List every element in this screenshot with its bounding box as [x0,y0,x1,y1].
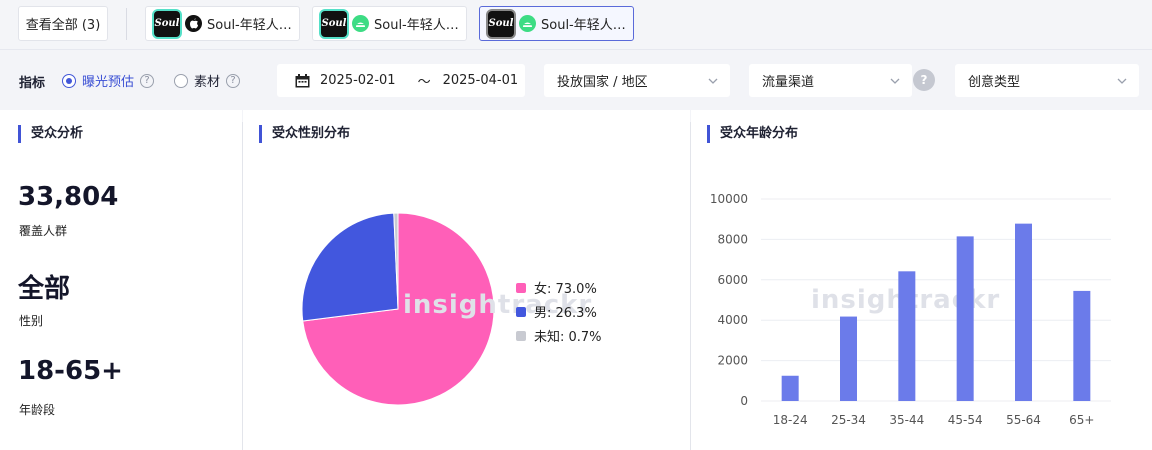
material-radio[interactable]: 素材 ? [174,71,241,90]
gender-distribution-panel: 受众性别分布 insightrackr 女: 73.0% 男: 26.3% 未知… [243,110,690,450]
y-tick-label: 0 [740,394,748,408]
y-tick-label: 8000 [717,232,748,246]
age-range-value: 18-65+ [18,356,123,386]
exposure-radio[interactable]: 曝光预估 ? [62,71,155,90]
bar-18-24[interactable] [781,375,799,401]
soul-app-icon: Soul [154,10,180,37]
date-end: 2025-04-01 [442,73,519,88]
app-tab-label: Soul-年轻人… [374,18,459,33]
chevron-down-icon [1117,78,1127,84]
date-separator: ～ [417,75,431,90]
radio-dot [174,73,188,88]
legend-item-male: 男: 26.3% [516,302,597,321]
pie-slice-male[interactable] [301,212,399,322]
view-all-label: 查看全部 (3) [25,18,101,33]
date-start: 2025-02-01 [320,73,396,88]
x-tick-label: 35-44 [889,413,924,427]
exposure-radio-label: 曝光预估 [82,75,135,90]
chevron-down-icon [890,78,900,84]
app-tab-label: Soul-年轻人… [207,18,292,33]
x-tick-label: 65+ [1069,413,1094,427]
y-tick-label: 6000 [717,273,748,287]
app-tab-android-1[interactable]: Soul Soul-年轻人… [312,6,467,41]
bar-55-64[interactable] [1015,223,1032,401]
help-icon[interactable]: ? [140,73,155,88]
audience-title: 受众分析 [18,125,83,143]
legend-swatch [516,330,526,341]
y-tick-label: 10000 [710,192,748,206]
channel-select-label: 流量渠道 [762,75,815,90]
gender-pie-chart [301,212,495,406]
legend-swatch [516,282,526,293]
x-tick-label: 25-34 [831,413,866,427]
material-radio-label: 素材 [194,75,221,90]
y-tick-label: 4000 [717,313,748,327]
legend-item-female: 女: 73.0% [516,278,597,297]
gender-value: 全部 [18,274,71,304]
soul-app-icon: Soul [321,10,347,37]
bar-45-54[interactable] [956,236,974,401]
age-distribution-panel: 受众年龄分布 insightrackr 02000400060008000100… [691,110,1152,450]
age-bar-chart: 0 2000 4000 6000 8000 10000 18-24 25-34 35-44 45-… [710,192,1111,427]
bar-35-44[interactable] [898,271,916,401]
audience-summary-panel: 受众分析 33,804 覆盖人群 全部 性别 18-65+ 年龄段 [0,110,242,450]
apple-icon [185,15,202,32]
bar-25-34[interactable] [840,316,857,401]
help-icon[interactable]: ? [226,73,241,88]
tab-divider [126,8,127,40]
bar-65+[interactable] [1073,290,1091,401]
metric-label: 指标 [19,76,46,91]
legend-label-female: 女: 73.0% [534,282,597,297]
y-tick-label: 2000 [717,354,748,368]
legend-label-unknown: 未知: 0.7% [534,330,602,345]
date-range-picker[interactable]: 2025-02-01 ～ 2025-04-01 [277,64,525,97]
radio-dot [62,73,76,88]
country-select[interactable]: 投放国家 / 地区 [544,64,730,97]
legend-label-male: 男: 26.3% [534,306,597,321]
app-tab-strip: 查看全部 (3) Soul Soul-年轻人… Soul Soul-年轻人… S… [0,0,1152,50]
filter-bar: 指标 曝光预估 ? 素材 ? 2025-02-01 ～ 2025-04-01 投… [0,50,1152,110]
app-tab-ios[interactable]: Soul Soul-年轻人… [145,6,300,41]
x-tick-label: 18-24 [773,413,808,427]
view-all-tab[interactable]: 查看全部 (3) [18,6,108,41]
channel-select[interactable]: 流量渠道 [749,64,912,97]
legend-swatch [516,306,526,317]
chevron-down-icon [708,78,718,84]
calendar-icon [295,73,310,87]
coverage-value: 33,804 [18,182,119,212]
channel-help-icon[interactable]: ? [913,69,935,91]
gender-label: 性别 [19,314,44,328]
android-icon [352,15,369,32]
android-icon [519,15,536,32]
age-range-label: 年龄段 [19,403,56,417]
creative-type-select[interactable]: 创意类型 [955,64,1139,97]
coverage-label: 覆盖人群 [19,224,68,238]
app-tab-label: Soul-年轻人… [541,18,626,33]
soul-app-icon: Soul [488,10,514,37]
country-select-label: 投放国家 / 地区 [557,75,648,90]
creative-type-label: 创意类型 [968,75,1021,90]
x-tick-label: 55-64 [1006,413,1041,427]
x-tick-label: 45-54 [948,413,983,427]
legend-item-unknown: 未知: 0.7% [516,326,602,345]
app-tab-android-2[interactable]: Soul Soul-年轻人… [479,6,634,41]
